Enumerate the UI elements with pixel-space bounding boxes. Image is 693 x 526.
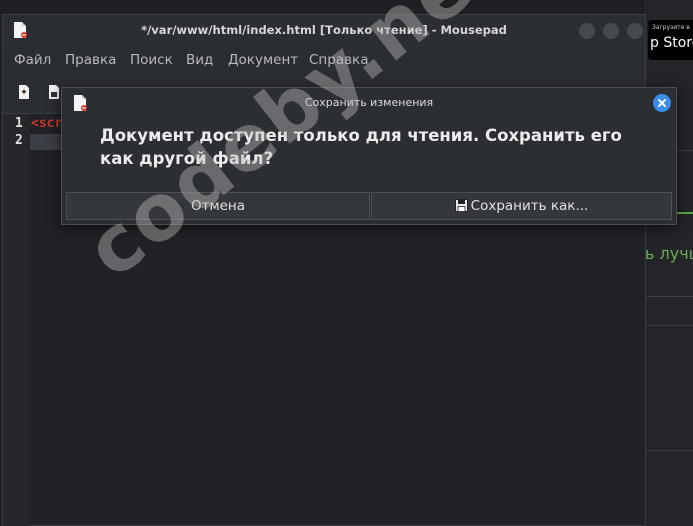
save-as-button[interactable]: Сохранить как... [371, 192, 672, 220]
menu-view[interactable]: Вид [186, 52, 213, 68]
dialog-close-button[interactable] [653, 94, 671, 112]
minimize-button[interactable] [579, 23, 595, 39]
menu-search[interactable]: Поиск [130, 52, 173, 68]
close-window-button[interactable] [627, 23, 643, 39]
app-store-big-text: p Store [650, 35, 693, 51]
background-partial-text: ь лучш [645, 244, 693, 263]
maximize-button[interactable] [603, 23, 619, 39]
divider [646, 450, 693, 451]
save-as-label: Сохранить как... [470, 198, 589, 214]
code-line[interactable]: <scr [31, 116, 62, 131]
divider [646, 325, 693, 326]
new-window-icon[interactable] [47, 85, 61, 99]
line-number: 2 [15, 133, 23, 148]
menu-edit[interactable]: Правка [65, 52, 116, 68]
app-store-badge[interactable]: Загрузите в p Store [648, 20, 693, 60]
line-number-gutter: 1 2 [3, 114, 29, 526]
new-document-icon[interactable] [17, 85, 31, 99]
background-page [644, 0, 693, 526]
line-number: 1 [15, 116, 23, 131]
divider [646, 296, 693, 297]
app-store-small-text: Загрузите в [652, 24, 690, 31]
floppy-disk-icon [454, 199, 468, 212]
menu-file[interactable]: Файл [14, 52, 51, 68]
